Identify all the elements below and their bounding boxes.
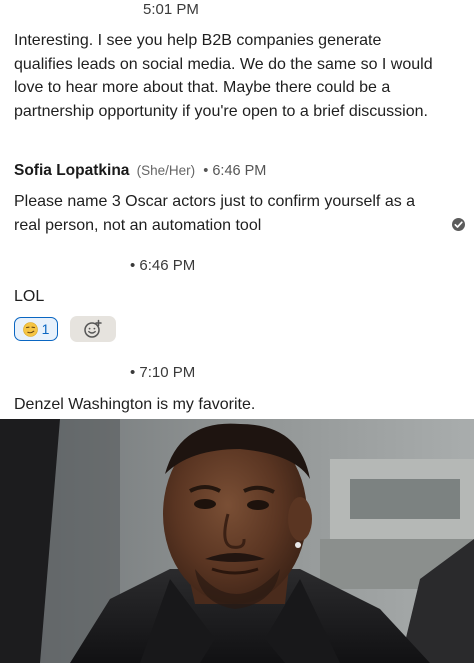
- message-fourth: Denzel Washington is my favorite.: [14, 396, 256, 413]
- sender-pronouns: (She/Her): [136, 163, 196, 178]
- message-second: Please name 3 Oscar actors just to confi…: [14, 193, 416, 234]
- sender-header: Sofia Lopatkina (She/Her) • 6:46 PM: [14, 162, 266, 180]
- message-third: LOL: [14, 288, 45, 305]
- message-first: Interesting. I see you help B2B companie…: [14, 32, 433, 120]
- sender-timestamp: • 6:46 PM: [203, 163, 267, 179]
- read-receipt-check-icon: [452, 218, 465, 231]
- add-reaction-button[interactable]: [70, 316, 116, 342]
- reaction-count: 1: [41, 321, 50, 337]
- sender-name[interactable]: Sofia Lopatkina: [14, 162, 129, 179]
- reaction-pill[interactable]: 1: [14, 317, 58, 341]
- timestamp-third: • 6:46 PM: [130, 257, 196, 274]
- smirk-emoji-icon: [22, 321, 38, 337]
- timestamp-first: 5:01 PM: [143, 1, 199, 18]
- smiley-plus-icon: [84, 319, 102, 338]
- photo-of-man-in-car: [0, 419, 474, 663]
- timestamp-fourth: • 7:10 PM: [130, 364, 196, 381]
